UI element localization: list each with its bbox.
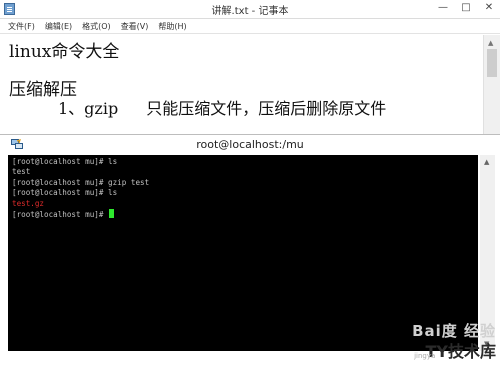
menu-file[interactable]: 文件(F) [8,19,35,33]
terminal-vertical-scrollbar[interactable]: ▲ ▼ [480,155,495,351]
notepad-vertical-scrollbar[interactable]: ▲ [483,35,500,135]
terminal-line: test [12,167,31,177]
notepad-text-area[interactable]: linux命令大全 压缩解压 1、gzip 只能压缩文件，压缩后删除原文件 [0,35,483,135]
notepad-title-bar: 讲解.txt - 记事本 — □ ✕ [0,0,500,19]
terminal-console[interactable]: [root@localhost mu]# ls test [root@local… [8,155,478,351]
putty-window-title: root@localhost:/mu [196,138,304,151]
menu-help[interactable]: 帮助(H) [158,19,186,33]
terminal-cursor [109,208,115,218]
minimize-button[interactable]: — [436,2,450,13]
maximize-button[interactable]: □ [459,2,473,13]
menu-format[interactable]: 格式(O) [82,19,111,33]
notepad-menu-bar: 文件(F) 编辑(E) 格式(O) 查看(V) 帮助(H) [0,19,500,34]
scroll-down-arrow-icon[interactable]: ▼ [484,340,489,348]
scrollbar-thumb[interactable] [487,49,497,77]
notepad-window-title: 讲解.txt - 记事本 [211,6,289,17]
text-line-title: linux命令大全 [9,42,120,62]
terminal-line: [root@localhost mu]# ls [12,157,118,166]
menu-view[interactable]: 查看(V) [121,19,149,33]
menu-edit[interactable]: 编辑(E) [45,19,72,33]
scroll-up-arrow-icon[interactable]: ▲ [484,158,489,166]
putty-title-bar: root@localhost:/mu [0,135,500,155]
close-button[interactable]: ✕ [482,2,496,13]
terminal-prompt-line: [root@localhost mu]# [12,208,478,219]
terminal-prompt: [root@localhost mu]# [12,209,109,219]
text-line-gzip-description: 只能压缩文件，压缩后删除原文件 [146,99,387,118]
terminal-line-archive-file: test.gz [12,198,45,208]
putty-window: root@localhost:/mu [root@localhost mu]# … [0,134,500,365]
notepad-window-controls: — □ ✕ [436,2,496,13]
text-line-gzip-number: 1、gzip [58,99,119,118]
terminal-line: [root@localhost mu]# ls [12,188,118,198]
text-line-gzip: 1、gzip 只能压缩文件，压缩后删除原文件 [58,95,386,119]
scroll-up-arrow-icon[interactable]: ▲ [488,39,493,47]
terminal-line: [root@localhost mu]# gzip test [12,177,150,187]
